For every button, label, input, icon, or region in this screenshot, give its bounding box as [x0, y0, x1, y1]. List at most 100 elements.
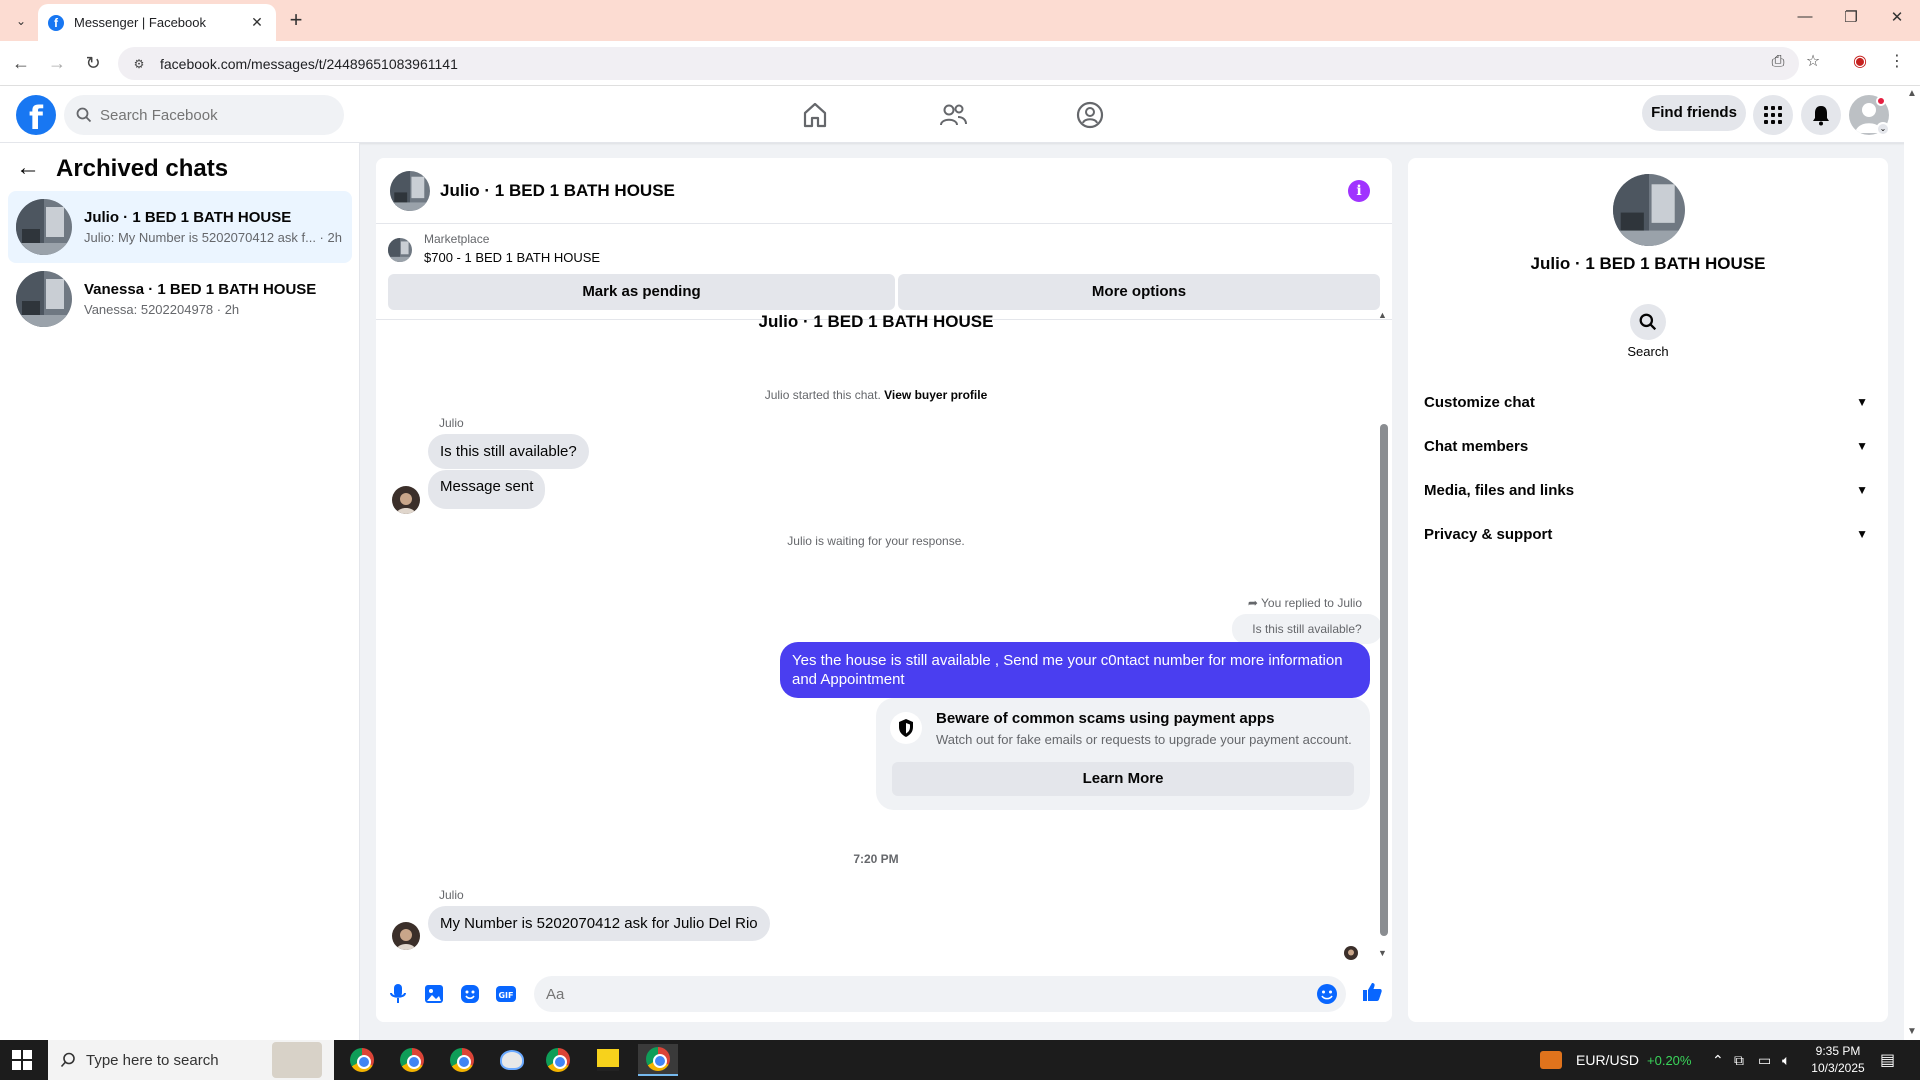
- reload-icon[interactable]: ↻: [80, 51, 106, 77]
- ticker-name: EUR/USD: [1576, 1052, 1640, 1068]
- paint-taskbar-icon[interactable]: [492, 1044, 532, 1076]
- message-input[interactable]: [546, 985, 1306, 1003]
- taskbar-search[interactable]: Type here to search: [48, 1040, 334, 1080]
- url-text[interactable]: facebook.com/messages/t/2448965108396114…: [160, 56, 458, 72]
- incoming-message[interactable]: My Number is 5202070412 ask for Julio De…: [428, 906, 770, 941]
- media-files-links-row[interactable]: Media, files and links ▼: [1424, 468, 1872, 512]
- outgoing-message[interactable]: Yes the house is still available , Send …: [780, 642, 1370, 698]
- taskbar-search-placeholder: Type here to search: [86, 1051, 219, 1069]
- sticker-icon[interactable]: [458, 982, 482, 1006]
- network-icon[interactable]: ▭: [1758, 1040, 1771, 1080]
- notifications-bell-icon[interactable]: [1801, 95, 1841, 135]
- more-options-button[interactable]: More options: [898, 274, 1380, 310]
- sticky-notes-taskbar-icon[interactable]: [588, 1044, 628, 1076]
- profile-icon[interactable]: ◉: [1847, 49, 1873, 75]
- privacy-support-row[interactable]: Privacy & support ▼: [1424, 512, 1872, 556]
- windows-start-icon[interactable]: [12, 1050, 32, 1070]
- window-close-icon[interactable]: ✕: [1882, 8, 1912, 26]
- home-icon[interactable]: [800, 100, 830, 130]
- listing-thumbnail: [16, 271, 72, 327]
- browser-tab[interactable]: f Messenger | Facebook ✕: [38, 4, 276, 41]
- chrome-taskbar-icon[interactable]: [392, 1044, 432, 1076]
- messages-scrollbar[interactable]: ▲: [1378, 310, 1388, 1022]
- learn-more-button[interactable]: Learn More: [892, 762, 1354, 796]
- page-scrollbar[interactable]: ▲ ▼: [1904, 86, 1920, 1040]
- julio-avatar[interactable]: [392, 922, 420, 950]
- install-app-icon[interactable]: ⎙: [1765, 49, 1791, 75]
- back-arrow-icon[interactable]: ←: [16, 155, 44, 183]
- conversation-thumbnail[interactable]: [390, 170, 430, 211]
- bookmark-star-icon[interactable]: ☆: [1800, 49, 1826, 75]
- info-icon[interactable]: i: [1348, 180, 1370, 202]
- details-search-button[interactable]: [1630, 304, 1666, 340]
- windows-taskbar: Type here to search EUR/USD +0.20% ⌃ ⧉ ▭…: [0, 1040, 1920, 1080]
- conversation-panel: Julio · 1 BED 1 BATH HOUSE i Marketplace…: [376, 158, 1392, 1022]
- chat-preview: Vanessa: 5202204978 · 2h: [84, 302, 240, 317]
- chat-item-vanessa[interactable]: Vanessa · 1 BED 1 BATH HOUSE Vanessa: 52…: [8, 263, 352, 335]
- groups-icon[interactable]: [1075, 100, 1105, 130]
- tray-device-icon[interactable]: ⧉: [1734, 1040, 1744, 1080]
- forward-icon[interactable]: →: [44, 51, 70, 77]
- message-input-box[interactable]: [534, 976, 1346, 1012]
- mark-as-pending-button[interactable]: Mark as pending: [388, 274, 895, 310]
- scroll-thumb[interactable]: [1380, 424, 1388, 936]
- chrome-active-taskbar-icon[interactable]: [638, 1044, 678, 1076]
- microphone-icon[interactable]: [386, 982, 410, 1006]
- facebook-search-input[interactable]: [100, 106, 320, 124]
- site-info-icon[interactable]: ⚙: [130, 55, 148, 73]
- chrome-taskbar-icon[interactable]: [342, 1044, 382, 1076]
- chrome-taskbar-icon[interactable]: [442, 1044, 482, 1076]
- account-caret-icon[interactable]: ⌄: [1876, 122, 1890, 136]
- julio-avatar[interactable]: [392, 486, 420, 514]
- incoming-message[interactable]: Message sent: [428, 470, 546, 509]
- quoted-message[interactable]: Is this still available?: [1232, 614, 1382, 644]
- chat-item-julio[interactable]: Julio · 1 BED 1 BATH HOUSE Julio: My Num…: [8, 191, 352, 263]
- photo-icon[interactable]: [422, 982, 446, 1006]
- section-label: Privacy & support: [1424, 525, 1553, 543]
- incoming-message[interactable]: Is this still available?: [428, 434, 589, 469]
- minimize-icon[interactable]: —: [1790, 8, 1820, 25]
- replied-to-text: You replied to Julio: [1261, 596, 1362, 610]
- details-thumbnail[interactable]: [1613, 174, 1685, 246]
- friends-icon[interactable]: [938, 100, 968, 130]
- eurusd-ticker[interactable]: EUR/USD +0.20%: [1540, 1040, 1691, 1080]
- chat-members-row[interactable]: Chat members ▼: [1424, 424, 1872, 468]
- gif-icon[interactable]: GIF: [494, 982, 518, 1006]
- thumbs-up-icon[interactable]: [1360, 980, 1384, 1004]
- shield-icon: [890, 712, 922, 744]
- tab-close-icon[interactable]: ✕: [248, 14, 266, 31]
- chevron-down-icon: ▼: [1856, 439, 1868, 453]
- clock-time: 9:35 PM: [1815, 1044, 1861, 1058]
- listing-price-title[interactable]: $700 - 1 BED 1 BATH HOUSE: [424, 250, 600, 265]
- find-friends-button[interactable]: Find friends: [1642, 95, 1746, 131]
- page-scroll-down-icon[interactable]: ▼: [1907, 1026, 1917, 1037]
- taskbar-clock[interactable]: 9:35 PM 10/3/2025: [1808, 1043, 1868, 1077]
- conversation-title[interactable]: Julio · 1 BED 1 BATH HOUSE: [440, 181, 675, 201]
- emoji-icon[interactable]: [1316, 983, 1338, 1005]
- action-center-icon[interactable]: ▤: [1880, 1040, 1895, 1080]
- page-scroll-up-icon[interactable]: ▲: [1907, 88, 1917, 99]
- omnibox[interactable]: ⚙ facebook.com/messages/t/24489651083961…: [118, 47, 1799, 80]
- facebook-search[interactable]: [64, 95, 344, 135]
- tray-chevron-icon[interactable]: ⌃: [1712, 1040, 1724, 1080]
- chrome-taskbar-icon[interactable]: [538, 1044, 578, 1076]
- reply-arrow-icon: ➦: [1247, 596, 1258, 610]
- menu-grid-icon[interactable]: [1753, 95, 1793, 135]
- new-tab-icon[interactable]: +: [284, 9, 308, 33]
- facebook-logo-icon[interactable]: f: [16, 95, 56, 135]
- restore-icon[interactable]: ❐: [1836, 8, 1866, 26]
- scroll-up-icon[interactable]: ▲: [1378, 310, 1387, 320]
- conversation-cut-title: Julio · 1 BED 1 BATH HOUSE: [758, 312, 994, 331]
- section-label: Media, files and links: [1424, 481, 1575, 499]
- chevron-down-icon: ▼: [1856, 483, 1868, 497]
- view-buyer-profile-link[interactable]: View buyer profile: [884, 388, 987, 402]
- chat-name: Vanessa · 1 BED 1 BATH HOUSE: [84, 281, 317, 298]
- back-icon[interactable]: ←: [8, 51, 34, 77]
- timestamp: 7:20 PM: [853, 852, 899, 866]
- volume-icon[interactable]: 🔈︎: [1782, 1040, 1790, 1080]
- browser-menu-icon[interactable]: ⋮: [1884, 49, 1910, 75]
- customize-chat-row[interactable]: Customize chat ▼: [1424, 380, 1872, 424]
- tab-search-icon[interactable]: ⌄: [10, 10, 32, 32]
- scroll-down-icon[interactable]: ▼: [1378, 948, 1387, 958]
- scam-warning-card: Beware of common scams using payment app…: [876, 698, 1370, 810]
